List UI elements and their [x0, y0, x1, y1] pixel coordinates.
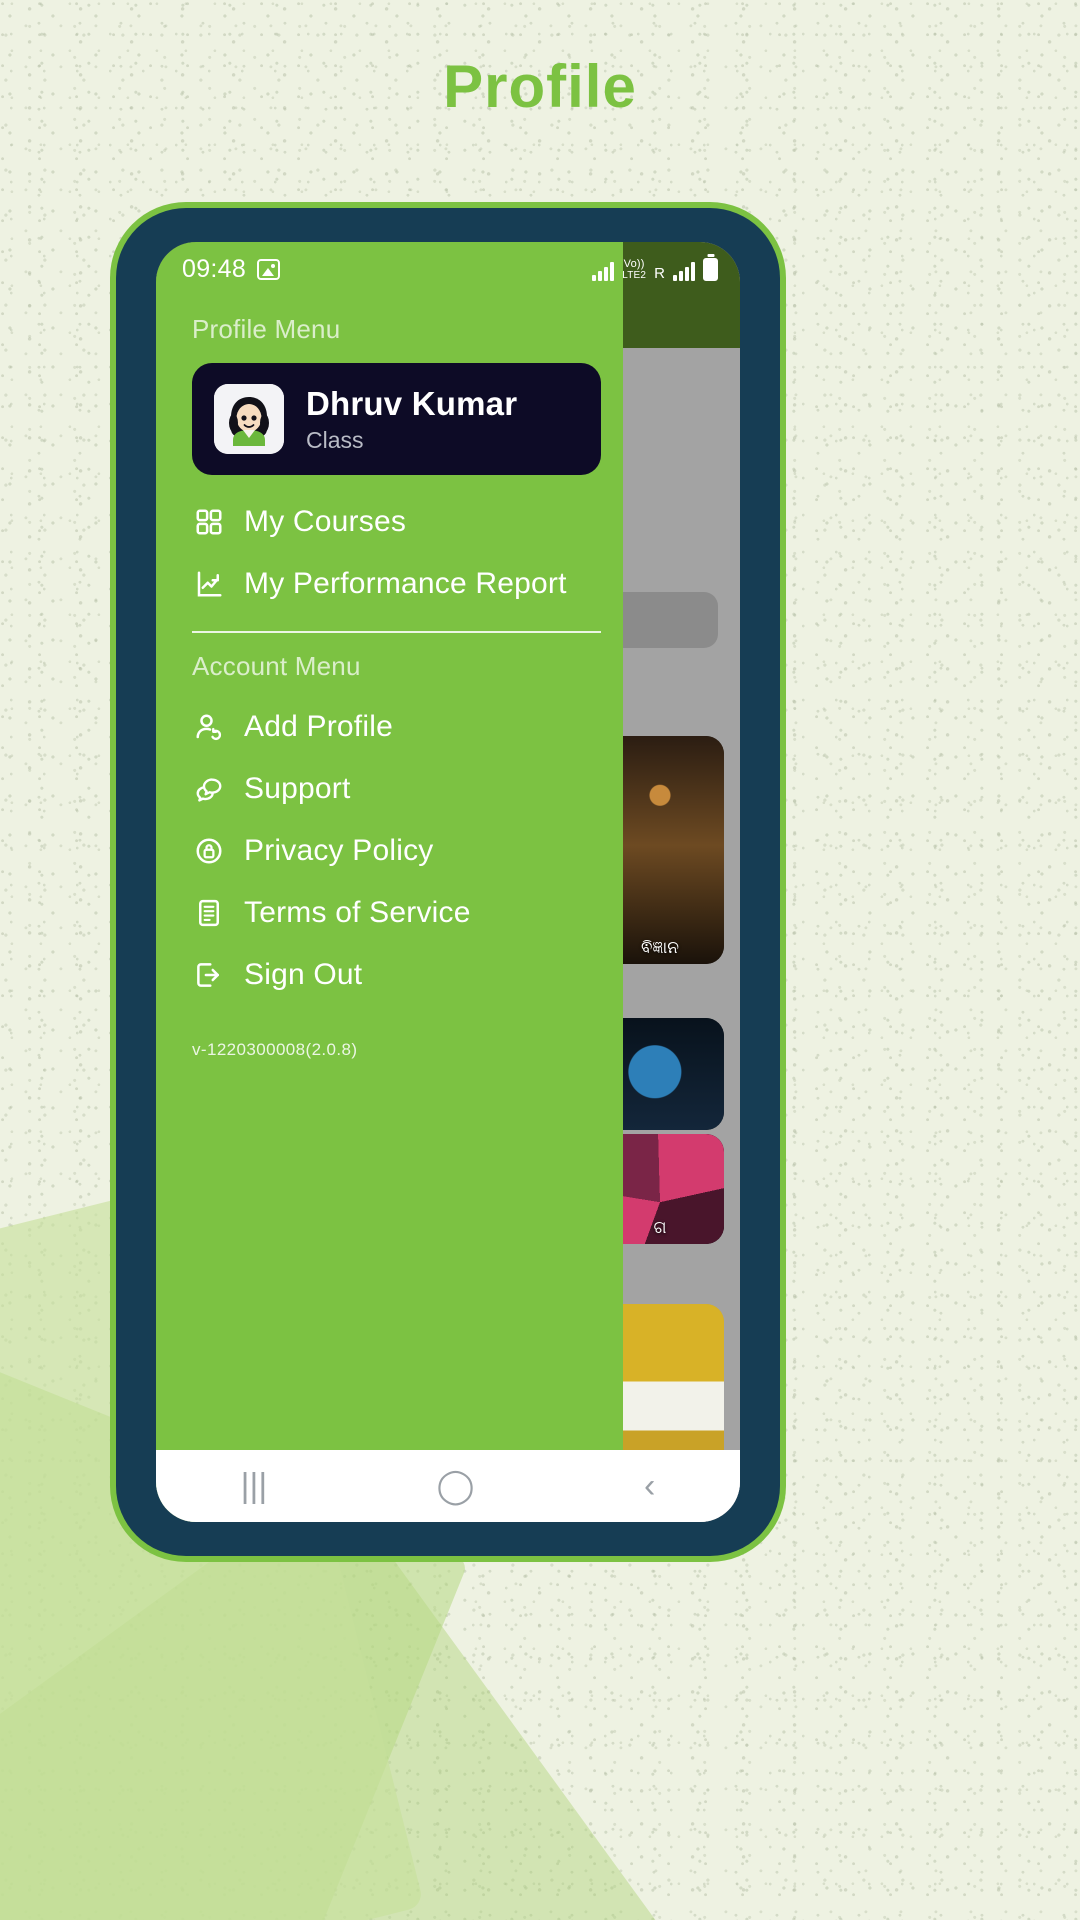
page-root: Profile ଵିଜ୍ଞାନ ଗ Profile Menu Dhruv Kum…: [0, 0, 1080, 1920]
signal-bars-icon: [592, 261, 615, 281]
page-title: Profile: [443, 53, 637, 120]
status-bar-right: Vo)) LTE2 R: [592, 257, 718, 282]
sign-out-icon: [192, 958, 226, 992]
android-nav-bar: ||| ◯ ‹: [156, 1450, 740, 1522]
account-menu-list: Add Profile Support Privacy Policy Terms…: [156, 696, 623, 1006]
menu-item-label: Sign Out: [244, 958, 363, 991]
document-icon: [192, 896, 226, 930]
profile-menu-heading: Profile Menu: [192, 314, 341, 344]
chat-bubbles-icon: [192, 772, 226, 806]
menu-item-add-profile[interactable]: Add Profile: [156, 696, 623, 758]
menu-item-label: Add Profile: [244, 710, 393, 743]
back-button[interactable]: ‹: [644, 1469, 655, 1503]
menu-item-support[interactable]: Support: [156, 758, 623, 820]
menu-item-privacy-policy[interactable]: Privacy Policy: [156, 820, 623, 882]
lock-circle-icon: [192, 834, 226, 868]
grid-icon: [192, 505, 226, 539]
menu-item-label: Privacy Policy: [244, 834, 434, 867]
girl-avatar-icon: [214, 384, 284, 454]
menu-item-my-performance-report[interactable]: My Performance Report: [156, 553, 623, 615]
menu-item-label: Terms of Service: [244, 896, 471, 929]
account-menu-heading: Account Menu: [192, 651, 361, 681]
menu-item-my-courses[interactable]: My Courses: [156, 491, 623, 553]
phone-outer-frame: ଵିଜ୍ଞାନ ଗ ଗ: [110, 202, 786, 1562]
profile-class: Class: [306, 426, 364, 453]
profile-menu-list: My Courses My Performance Report: [156, 475, 623, 615]
profile-card[interactable]: Dhruv Kumar Class: [192, 363, 602, 475]
menu-item-label: My Courses: [244, 505, 407, 538]
roaming-indicator: R: [654, 264, 665, 282]
menu-item-label: Support: [244, 772, 351, 805]
volte-top-label: Vo)): [623, 257, 645, 270]
menu-item-sign-out[interactable]: Sign Out: [156, 944, 623, 1006]
volte-bottom-label: LTE2: [622, 269, 647, 281]
profile-text-group: Dhruv Kumar Class: [306, 385, 517, 454]
profile-drawer: Profile Menu Dhruv Kumar Class My Course…: [156, 242, 624, 1522]
status-time: 09:48: [182, 254, 247, 283]
signal-bars-icon-secondary: [673, 261, 695, 281]
profile-name: Dhruv Kumar: [306, 384, 518, 422]
volte-indicator: Vo)) LTE2: [622, 257, 647, 281]
app-version-label: v-1220300008(2.0.8): [192, 1040, 358, 1059]
image-icon: [257, 258, 281, 280]
status-bar: 09:48 Vo)) LTE2 R: [156, 242, 740, 296]
menu-item-terms-of-service[interactable]: Terms of Service: [156, 882, 623, 944]
menu-item-label: My Performance Report: [244, 567, 567, 600]
user-switch-icon: [192, 710, 226, 744]
phone-screen: ଵିଜ୍ଞାନ ଗ ଗ: [156, 242, 740, 1522]
battery-icon: [703, 257, 718, 281]
status-bar-left: 09:48: [182, 254, 281, 284]
home-button[interactable]: ◯: [437, 1469, 475, 1503]
phone-frame: ଵିଜ୍ଞାନ ଗ ଗ: [116, 208, 780, 1556]
line-chart-icon: [192, 567, 226, 601]
recents-button[interactable]: |||: [241, 1469, 268, 1503]
